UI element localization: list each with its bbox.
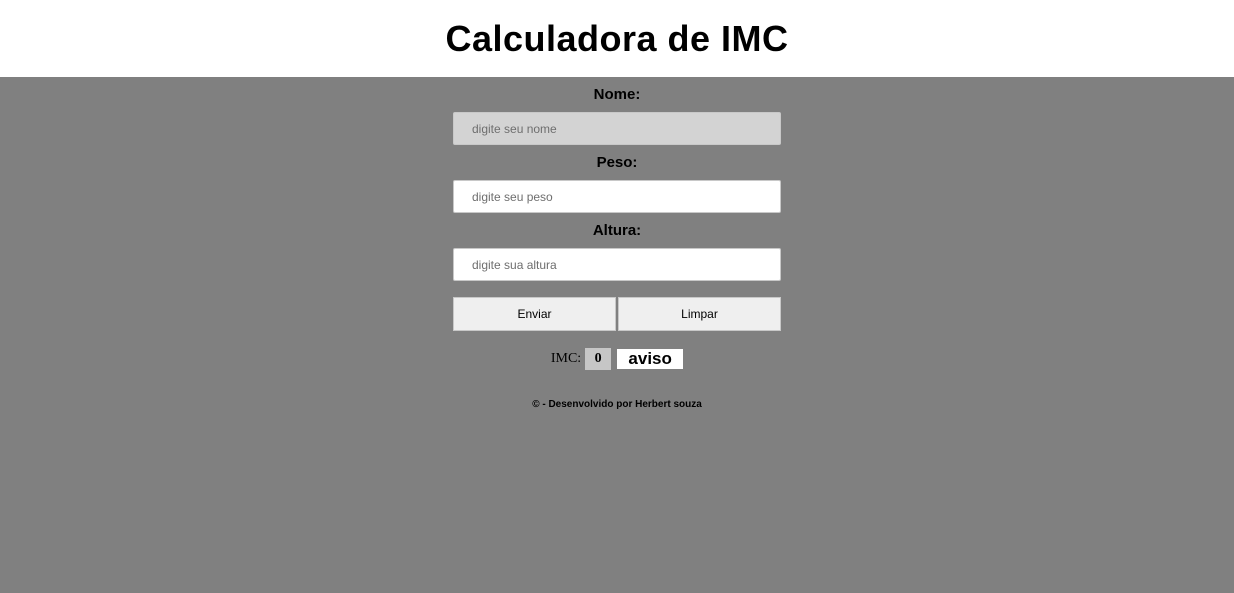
page-title: Calculadora de IMC: [445, 17, 789, 59]
peso-input[interactable]: [453, 180, 781, 213]
altura-input[interactable]: [453, 248, 781, 281]
imc-label: IMC:: [550, 351, 582, 366]
main-content: Nome: Peso: Altura: Enviar Limpar IMC: 0…: [0, 77, 1234, 593]
footer-credit: © - Desenvolvido por Herbert souza: [532, 399, 702, 410]
nome-input[interactable]: [453, 112, 781, 145]
peso-label: Peso:: [596, 154, 638, 171]
aviso-message: aviso: [617, 349, 684, 369]
button-row: Enviar Limpar: [453, 297, 781, 331]
imc-result: IMC: 0 aviso: [453, 347, 781, 371]
page-header: Calculadora de IMC: [0, 0, 1234, 77]
imc-form: Nome: Peso: Altura: Enviar Limpar IMC: 0…: [453, 77, 781, 410]
enviar-button[interactable]: Enviar: [453, 297, 616, 331]
limpar-button[interactable]: Limpar: [618, 297, 781, 331]
nome-label: Nome:: [593, 86, 641, 103]
altura-label: Altura:: [592, 222, 642, 239]
imc-value: 0: [585, 348, 612, 370]
